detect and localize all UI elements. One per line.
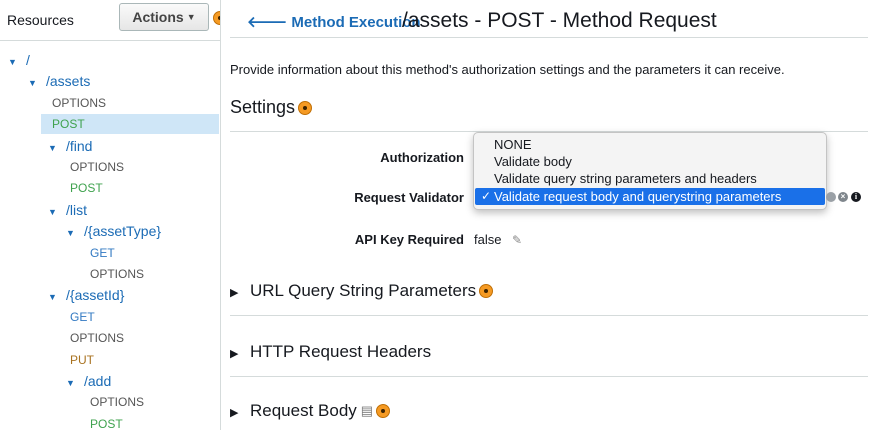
tree-resource[interactable]: ▼/{assetId} (48, 285, 124, 305)
section-title: Request Body (250, 401, 357, 420)
tree-method[interactable]: GET (90, 243, 115, 263)
caret-right-icon: ▶ (230, 407, 239, 419)
book-icon[interactable]: ▤ (361, 403, 373, 419)
tree-resource-label: / (26, 52, 30, 68)
arrow-left-icon: 🡐 (247, 14, 288, 31)
validator-option-body[interactable]: Validate body (474, 153, 826, 170)
resources-panel: Resources Actions ▼ ▼ / ▼/assets OPTIONS POS… (0, 0, 221, 430)
tree-method-label: OPTIONS (70, 160, 125, 174)
tree-resource-label: /assets (46, 73, 91, 90)
request-validator-label: Request Validator (354, 190, 464, 205)
caret-down-icon[interactable]: ▼ (28, 73, 46, 93)
method-request-panel: 🡐 Method Execution /assets - POST - Meth… (222, 0, 869, 430)
tree-resource[interactable]: ▼/assets (28, 71, 90, 91)
caret-down-icon[interactable]: ▼ (48, 202, 66, 222)
cancel-icon[interactable]: × (838, 192, 848, 202)
tree-resource-label: /list (66, 201, 87, 218)
tree-method[interactable]: GET (70, 307, 95, 327)
divider (230, 37, 868, 38)
api-key-required-label: API Key Required (354, 232, 464, 247)
tree-resource-label: /{assetId} (66, 287, 125, 304)
tree-method[interactable]: PUT (70, 350, 94, 370)
caret-right-icon: ▶ (230, 287, 239, 299)
validator-option-body-query[interactable]: ✓ Validate request body and querystring p… (475, 188, 825, 205)
tree-resource[interactable]: ▼/find (48, 136, 92, 156)
divider (0, 40, 220, 41)
tree-method-label: GET (70, 309, 95, 324)
tree-method-label: OPTIONS (52, 95, 107, 110)
authorization-label: Authorization (380, 150, 464, 165)
tree-method[interactable]: OPTIONS (90, 392, 144, 412)
validator-option-none[interactable]: NONE (474, 136, 826, 153)
info-dot-icon[interactable] (479, 284, 494, 298)
page-description: Provide information about this method's … (230, 62, 785, 77)
tree-resource[interactable]: ▼/list (48, 200, 87, 220)
method-execution-link[interactable]: 🡐 Method Execution (247, 12, 421, 31)
caret-down-icon[interactable]: ▼ (48, 287, 66, 307)
page-title: /assets - POST - Method Request (402, 9, 717, 32)
divider (230, 376, 868, 377)
tree-resource-label: /find (66, 137, 93, 154)
section-title: HTTP Request Headers (250, 342, 432, 361)
tree-resource[interactable]: ▼/{assetType} (66, 221, 161, 241)
caret-down-icon[interactable]: ▼ (66, 373, 84, 393)
caret-down-icon: ▼ (186, 12, 196, 22)
tree-resource-label: /add (84, 373, 112, 389)
caret-down-icon[interactable]: ▼ (48, 138, 66, 158)
info-icon[interactable]: i (851, 192, 861, 202)
divider (230, 315, 868, 316)
checkmark-icon: ✓ (481, 189, 492, 203)
tree-method-label: POST (52, 117, 85, 132)
pencil-icon[interactable]: ✎ (512, 233, 522, 247)
confirm-icon[interactable] (826, 192, 836, 202)
caret-right-icon: ▶ (230, 348, 239, 360)
tree-method[interactable]: POST (41, 114, 219, 135)
api-key-required-value: false (474, 232, 502, 247)
tree-method-label: PUT (70, 352, 94, 367)
tree-method-label: OPTIONS (90, 267, 145, 281)
tree-method[interactable]: POST (70, 178, 103, 198)
settings-title: Settings (230, 97, 296, 117)
tree-method-label: GET (90, 245, 115, 260)
tree-method-label: OPTIONS (90, 395, 145, 410)
request-validator-dropdown[interactable]: NONE Validate body Validate query string… (473, 132, 827, 210)
info-dot-icon[interactable] (298, 101, 313, 115)
tree-resource[interactable]: ▼ / (8, 50, 30, 70)
resources-title: Resources (7, 12, 74, 28)
section-title: URL Query String Parameters (250, 281, 477, 300)
tree-method-label: OPTIONS (70, 331, 125, 346)
tree-method[interactable]: OPTIONS (70, 328, 124, 348)
actions-label: Actions (132, 9, 184, 25)
tree-method[interactable]: OPTIONS (90, 264, 144, 284)
tree-method[interactable]: OPTIONS (52, 93, 106, 113)
info-dot-icon[interactable] (213, 11, 220, 25)
tree-method[interactable]: POST (90, 414, 123, 430)
tree-method-label: POST (90, 416, 123, 430)
actions-button[interactable]: Actions ▼ (119, 3, 209, 31)
tree-resource-label: /{assetType} (84, 223, 162, 240)
tree-resource[interactable]: ▼/add (66, 371, 111, 391)
validator-option-query-headers[interactable]: Validate query string parameters and hea… (474, 170, 826, 187)
tree-method-label: POST (70, 181, 103, 196)
settings-heading: Settings (230, 97, 313, 118)
caret-down-icon[interactable]: ▼ (8, 52, 26, 72)
tree-method[interactable]: OPTIONS (70, 157, 124, 177)
info-dot-icon[interactable] (376, 404, 391, 418)
caret-down-icon[interactable]: ▼ (66, 223, 84, 243)
